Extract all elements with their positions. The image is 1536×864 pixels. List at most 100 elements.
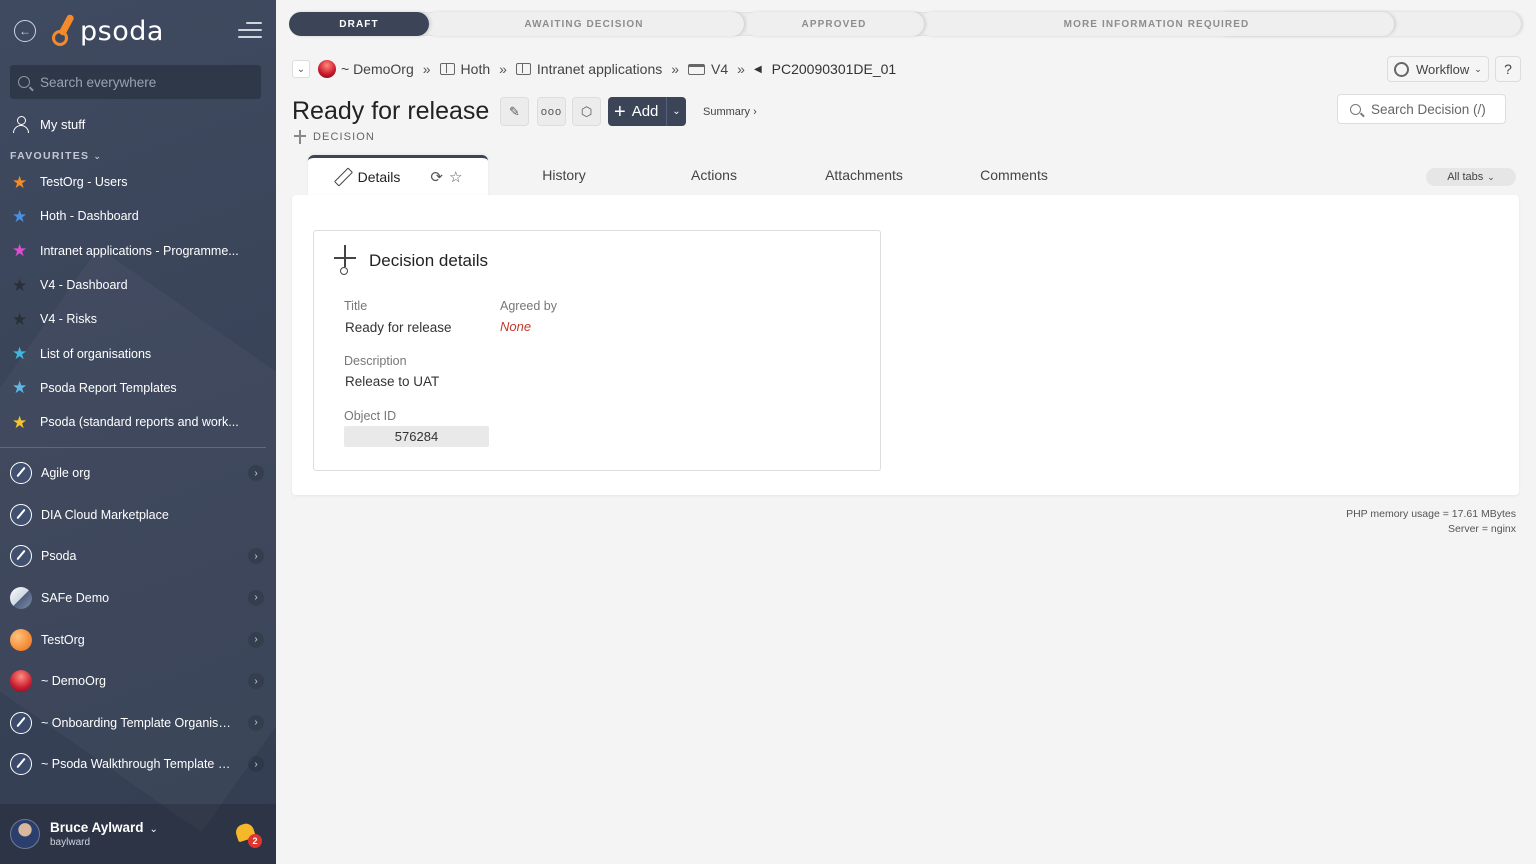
search-icon <box>1350 103 1361 115</box>
star-icon: ★ <box>12 241 28 261</box>
organisation-item[interactable]: SAFe Demo › <box>0 577 276 619</box>
global-search-input[interactable] <box>40 74 250 90</box>
workflow-gear-icon <box>1394 61 1409 77</box>
search-decision-input[interactable]: Search Decision (/) <box>1337 94 1506 124</box>
workflow-step-draft[interactable]: DRAFT <box>289 12 429 36</box>
page-title: Ready for release <box>292 97 490 125</box>
psoda-logo[interactable]: psoda <box>50 13 164 48</box>
main-content: REJECT MORE INFORMATION REQUIRED APPROVE… <box>276 0 1536 864</box>
star-outline-icon[interactable]: ☆ <box>449 168 462 186</box>
tag-icon: ⬡ <box>580 103 593 119</box>
chevron-right-icon[interactable]: › <box>248 589 264 606</box>
favourite-item[interactable]: ★ Intranet applications - Programme... <box>0 234 276 268</box>
favourite-item[interactable]: ★ TestOrg - Users <box>0 165 276 199</box>
refresh-icon[interactable]: ⟳ <box>430 168 443 186</box>
decision-icon <box>294 130 306 144</box>
chevron-down-icon[interactable]: ⌄ <box>666 97 686 126</box>
chevron-right-icon[interactable]: › <box>248 714 264 731</box>
workflow-step-awaiting[interactable]: AWAITING DECISION <box>424 12 744 36</box>
workflow-step-more-info[interactable]: MORE INFORMATION REQUIRED <box>919 12 1394 36</box>
chevron-right-icon[interactable]: › <box>248 673 264 690</box>
organisation-list: Agile org › DIA Cloud Marketplace Psoda › … <box>0 452 276 785</box>
folder-icon <box>688 63 706 75</box>
favourite-item[interactable]: ★ Hoth - Dashboard <box>0 199 276 233</box>
ellipsis-icon: ooo <box>540 105 563 118</box>
breadcrumb-toggle-chevron-icon[interactable]: ⌄ <box>292 60 310 78</box>
compass-icon <box>10 545 32 568</box>
edit-button[interactable]: ✎ <box>500 97 529 126</box>
breadcrumb-item[interactable]: Intranet applications <box>537 61 662 77</box>
star-icon: ★ <box>12 412 28 432</box>
favourite-item[interactable]: ★ Psoda (standard reports and work... <box>0 405 276 439</box>
star-icon: ★ <box>12 206 28 226</box>
organisation-item[interactable]: Psoda › <box>0 536 276 578</box>
favourites-heading[interactable]: FAVOURITES ⌄ <box>0 147 276 165</box>
tab-comments[interactable]: Comments <box>954 155 1074 195</box>
breadcrumb-current: PC20090301DE_01 <box>771 61 897 77</box>
organisation-item[interactable]: Agile org › <box>0 452 276 494</box>
server-info: PHP memory usage = 17.61 MBytes Server =… <box>1346 507 1516 537</box>
add-button[interactable]: + Add ⌄ <box>608 97 686 126</box>
person-icon <box>12 115 30 133</box>
star-icon: ★ <box>12 275 28 295</box>
favourite-item[interactable]: ★ V4 - Dashboard <box>0 268 276 302</box>
chevron-down-icon: ⌄ <box>1474 63 1482 74</box>
star-icon: ★ <box>12 309 28 329</box>
breadcrumb-item[interactable]: V4 <box>711 61 728 77</box>
sidebar-divider <box>0 447 266 449</box>
tab-bar: Details ⟳ ☆ History Actions Attachments … <box>308 155 1518 195</box>
favourite-item[interactable]: ★ List of organisations <box>0 336 276 370</box>
help-button[interactable]: ? <box>1495 56 1521 82</box>
book-icon <box>515 63 531 75</box>
tab-actions[interactable]: Actions <box>654 155 774 195</box>
favourite-item[interactable]: ★ Psoda Report Templates <box>0 371 276 405</box>
double-chevron-icon: » <box>422 61 431 77</box>
my-stuff-link[interactable]: My stuff <box>0 109 276 139</box>
chevron-down-icon: ⌄ <box>149 824 158 835</box>
workflow-button[interactable]: Workflow ⌄ <box>1387 56 1489 82</box>
logo-text: psoda <box>80 15 164 47</box>
more-options-button[interactable]: ooo <box>537 97 566 126</box>
organisation-item[interactable]: ~ DemoOrg › <box>0 660 276 702</box>
organisation-item[interactable]: TestOrg › <box>0 619 276 661</box>
summary-link[interactable]: Summary › <box>703 106 757 118</box>
compass-icon <box>10 462 32 485</box>
double-chevron-icon: » <box>499 61 507 77</box>
description-label: Description <box>344 354 407 368</box>
user-name: Bruce Aylward ⌄ <box>50 820 158 835</box>
object-type-label: DECISION <box>294 130 375 144</box>
back-button[interactable]: ← <box>14 20 36 42</box>
pencil-icon <box>334 169 350 185</box>
chevron-right-icon[interactable]: › <box>248 465 264 482</box>
organisation-item[interactable]: ~ Onboarding Template Organisa... › <box>0 702 276 744</box>
breadcrumb-org[interactable]: ~ DemoOrg <box>341 61 414 77</box>
avatar <box>10 819 40 849</box>
user-menu[interactable]: Bruce Aylward ⌄ baylward 2 <box>0 804 276 864</box>
star-icon: ★ <box>12 344 28 364</box>
favourite-item[interactable]: ★ V4 - Risks <box>0 302 276 336</box>
organisation-item[interactable]: DIA Cloud Marketplace <box>0 494 276 536</box>
tab-attachments[interactable]: Attachments <box>804 155 924 195</box>
details-panel: Decision details Title Ready for release… <box>292 195 1519 495</box>
agreed-by-label: Agreed by <box>500 299 557 313</box>
tab-details[interactable]: Details ⟳ ☆ <box>308 155 488 195</box>
tag-button[interactable]: ⬡ <box>572 97 601 126</box>
description-value: Release to UAT <box>345 374 440 389</box>
breadcrumb: ⌄ ~ DemoOrg » Hoth » Intranet applicatio… <box>292 58 896 80</box>
workflow-step-approved[interactable]: APPROVED <box>744 12 924 36</box>
server-name: Server = nginx <box>1448 523 1516 535</box>
tab-history[interactable]: History <box>504 155 624 195</box>
card-title: Decision details <box>369 251 489 270</box>
organisation-item[interactable]: ~ Psoda Walkthrough Template P... › <box>0 744 276 786</box>
chevron-right-icon[interactable]: › <box>248 756 264 773</box>
chevron-right-icon[interactable]: › <box>248 631 264 648</box>
double-chevron-icon: » <box>671 61 680 77</box>
book-icon <box>439 63 455 75</box>
notification-count-badge[interactable]: 2 <box>248 834 262 848</box>
caret-left-icon[interactable]: ◀ <box>754 64 762 75</box>
chevron-right-icon[interactable]: › <box>248 548 264 565</box>
plus-icon: + <box>614 100 626 123</box>
collapse-sidebar-icon[interactable] <box>238 22 262 40</box>
all-tabs-button[interactable]: All tabs ⌄ <box>1426 168 1516 186</box>
breadcrumb-item[interactable]: Hoth <box>461 61 491 77</box>
